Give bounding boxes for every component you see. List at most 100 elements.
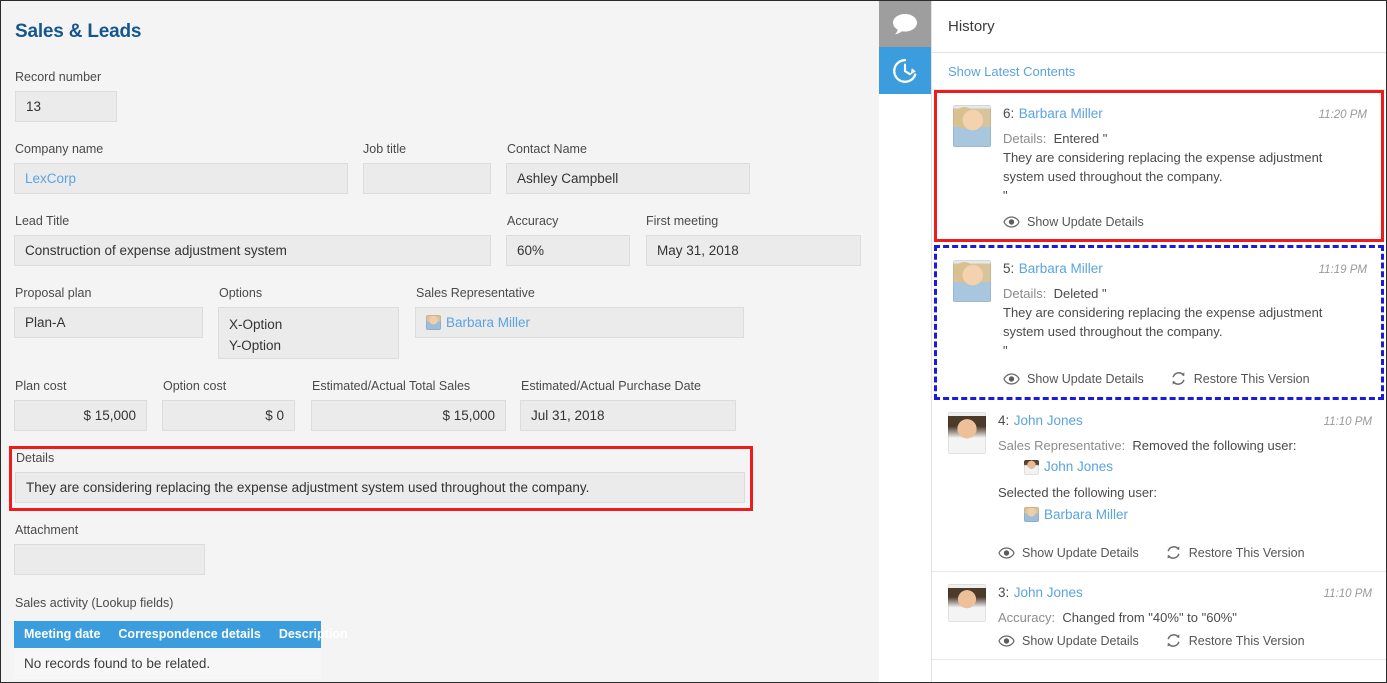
field-lead-title[interactable]: Construction of expense adjustment syste… <box>14 235 491 266</box>
side-rail <box>879 1 931 682</box>
label-contact-name: Contact Name <box>507 142 587 156</box>
history-entry-time: 11:10 PM <box>1316 588 1372 600</box>
label-lead-title: Lead Title <box>15 214 69 228</box>
history-entry-quote-line-1: They are considering replacing the expen… <box>1003 303 1367 322</box>
restore-this-version-button[interactable]: Restore This Version <box>1170 370 1310 387</box>
selected-user-name: Barbara Miller <box>1044 505 1128 525</box>
label-plan-cost: Plan cost <box>15 379 66 393</box>
history-entry-user[interactable]: Barbara Miller <box>1019 106 1103 121</box>
field-estimated-purchase-date[interactable]: Jul 31, 2018 <box>520 400 736 431</box>
avatar <box>953 260 991 302</box>
app-window: Sales & Leads Record number 13 Company n… <box>0 0 1387 683</box>
history-entry-field: Details: <box>1003 131 1046 146</box>
label-job-title: Job title <box>363 142 406 156</box>
history-entry-number: 3: <box>998 585 1009 600</box>
label-details: Details <box>16 451 54 465</box>
removed-user-chip[interactable]: John Jones <box>1024 457 1113 477</box>
eye-icon <box>1003 373 1020 385</box>
history-entry-user[interactable]: John Jones <box>1014 585 1083 600</box>
label-attachment: Attachment <box>15 523 78 537</box>
user-chip-sales-rep[interactable]: Barbara Miller <box>426 315 530 330</box>
field-plan-cost[interactable]: $ 15,000 <box>14 400 147 431</box>
field-first-meeting[interactable]: May 31, 2018 <box>646 235 861 266</box>
removed-user-name: John Jones <box>1044 457 1113 477</box>
rail-button-history[interactable] <box>879 47 931 94</box>
restore-this-version-button[interactable]: Restore This Version <box>1165 544 1305 561</box>
label-sales-representative: Sales Representative <box>416 286 535 300</box>
label-estimated-purchase-date: Estimated/Actual Purchase Date <box>521 379 701 393</box>
history-entry-number: 6: <box>1003 106 1014 121</box>
restore-this-version-label: Restore This Version <box>1189 634 1305 648</box>
history-entry-time: 11:20 PM <box>1311 109 1367 121</box>
show-update-details-button[interactable]: Show Update Details <box>1003 215 1144 229</box>
avatar <box>953 105 991 147</box>
history-entry-number: 4: <box>998 413 1009 428</box>
field-proposal-plan[interactable]: Plan-A <box>14 307 203 338</box>
field-company-name[interactable]: LexCorp <box>14 163 348 194</box>
history-entry-user[interactable]: Barbara Miller <box>1019 261 1103 276</box>
history-entry-time: 11:10 PM <box>1316 416 1372 428</box>
history-entry-field: Details: <box>1003 286 1046 301</box>
history-entry-change: Changed from "40%" to "60%" <box>1062 610 1237 625</box>
history-entry-quote-line-2: system used throughout the company. <box>1003 322 1367 341</box>
record-form-pane: Sales & Leads Record number 13 Company n… <box>1 1 879 682</box>
sales-activity-table: Meeting date Correspondence details Desc… <box>14 621 321 679</box>
field-record-number[interactable]: 13 <box>15 91 117 122</box>
history-entry-field: Accuracy: <box>998 610 1055 625</box>
column-header-meeting-date[interactable]: Meeting date <box>24 627 100 641</box>
label-company-name: Company name <box>15 142 103 156</box>
avatar-icon <box>1024 460 1039 475</box>
label-record-number: Record number <box>15 70 101 84</box>
field-details[interactable]: They are considering replacing the expen… <box>15 472 745 503</box>
avatar-icon <box>426 315 441 330</box>
sales-rep-name: Barbara Miller <box>446 315 530 330</box>
label-options: Options <box>219 286 262 300</box>
history-entry: 5: Barbara Miller 11:19 PM Details: Dele… <box>934 245 1384 400</box>
restore-refresh-icon <box>1165 544 1182 561</box>
field-estimated-total-sales[interactable]: $ 15,000 <box>311 400 506 431</box>
restore-this-version-button[interactable]: Restore This Version <box>1165 632 1305 649</box>
show-update-details-button[interactable]: Show Update Details <box>998 634 1139 648</box>
field-accuracy[interactable]: 60% <box>506 235 630 266</box>
history-entry-quote-close: " <box>1003 186 1367 205</box>
history-entry-change: Deleted " <box>1054 286 1107 301</box>
restore-this-version-label: Restore This Version <box>1189 546 1305 560</box>
selected-user-chip[interactable]: Barbara Miller <box>1024 505 1128 525</box>
show-update-details-label: Show Update Details <box>1027 215 1144 229</box>
field-sales-representative[interactable]: Barbara Miller <box>415 307 744 338</box>
field-options[interactable]: X-Option Y-Option <box>218 307 399 359</box>
avatar <box>948 584 986 622</box>
eye-icon <box>1003 216 1020 228</box>
avatar-icon <box>1024 507 1039 522</box>
column-header-description[interactable]: Description <box>279 627 348 641</box>
show-update-details-button[interactable]: Show Update Details <box>998 546 1139 560</box>
restore-this-version-label: Restore This Version <box>1194 372 1310 386</box>
field-contact-name[interactable]: Ashley Campbell <box>506 163 750 194</box>
show-latest-contents-link[interactable]: Show Latest Contents <box>932 53 1386 90</box>
history-entry: 6: Barbara Miller 11:20 PM Details: Ente… <box>934 90 1384 242</box>
history-entry-field: Sales Representative: <box>998 438 1125 453</box>
show-update-details-label: Show Update Details <box>1022 634 1139 648</box>
field-attachment[interactable] <box>14 544 205 575</box>
field-option-cost[interactable]: $ 0 <box>162 400 295 431</box>
label-accuracy: Accuracy <box>507 214 558 228</box>
label-option-cost: Option cost <box>163 379 226 393</box>
history-entry-quote-line-1: They are considering replacing the expen… <box>1003 148 1367 167</box>
history-entry-quote-close: " <box>1003 341 1367 360</box>
history-entry-change: Removed the following user: <box>1132 438 1296 453</box>
speech-bubble-icon <box>892 13 918 35</box>
restore-refresh-icon <box>1170 370 1187 387</box>
column-header-correspondence-details[interactable]: Correspondence details <box>118 627 260 641</box>
show-update-details-button[interactable]: Show Update Details <box>1003 372 1144 386</box>
eye-icon <box>998 547 1015 559</box>
table-header-row: Meeting date Correspondence details Desc… <box>14 621 321 648</box>
show-update-details-label: Show Update Details <box>1027 372 1144 386</box>
history-entry-number: 5: <box>1003 261 1014 276</box>
field-job-title[interactable] <box>363 163 491 194</box>
history-entry: 4: John Jones 11:10 PM Sales Representat… <box>932 400 1386 572</box>
history-entry-user[interactable]: John Jones <box>1014 413 1083 428</box>
label-first-meeting: First meeting <box>646 214 718 228</box>
rail-button-comments[interactable] <box>879 1 931 47</box>
option-value-1: X-Option <box>229 314 388 335</box>
history-title: History <box>932 1 1386 53</box>
